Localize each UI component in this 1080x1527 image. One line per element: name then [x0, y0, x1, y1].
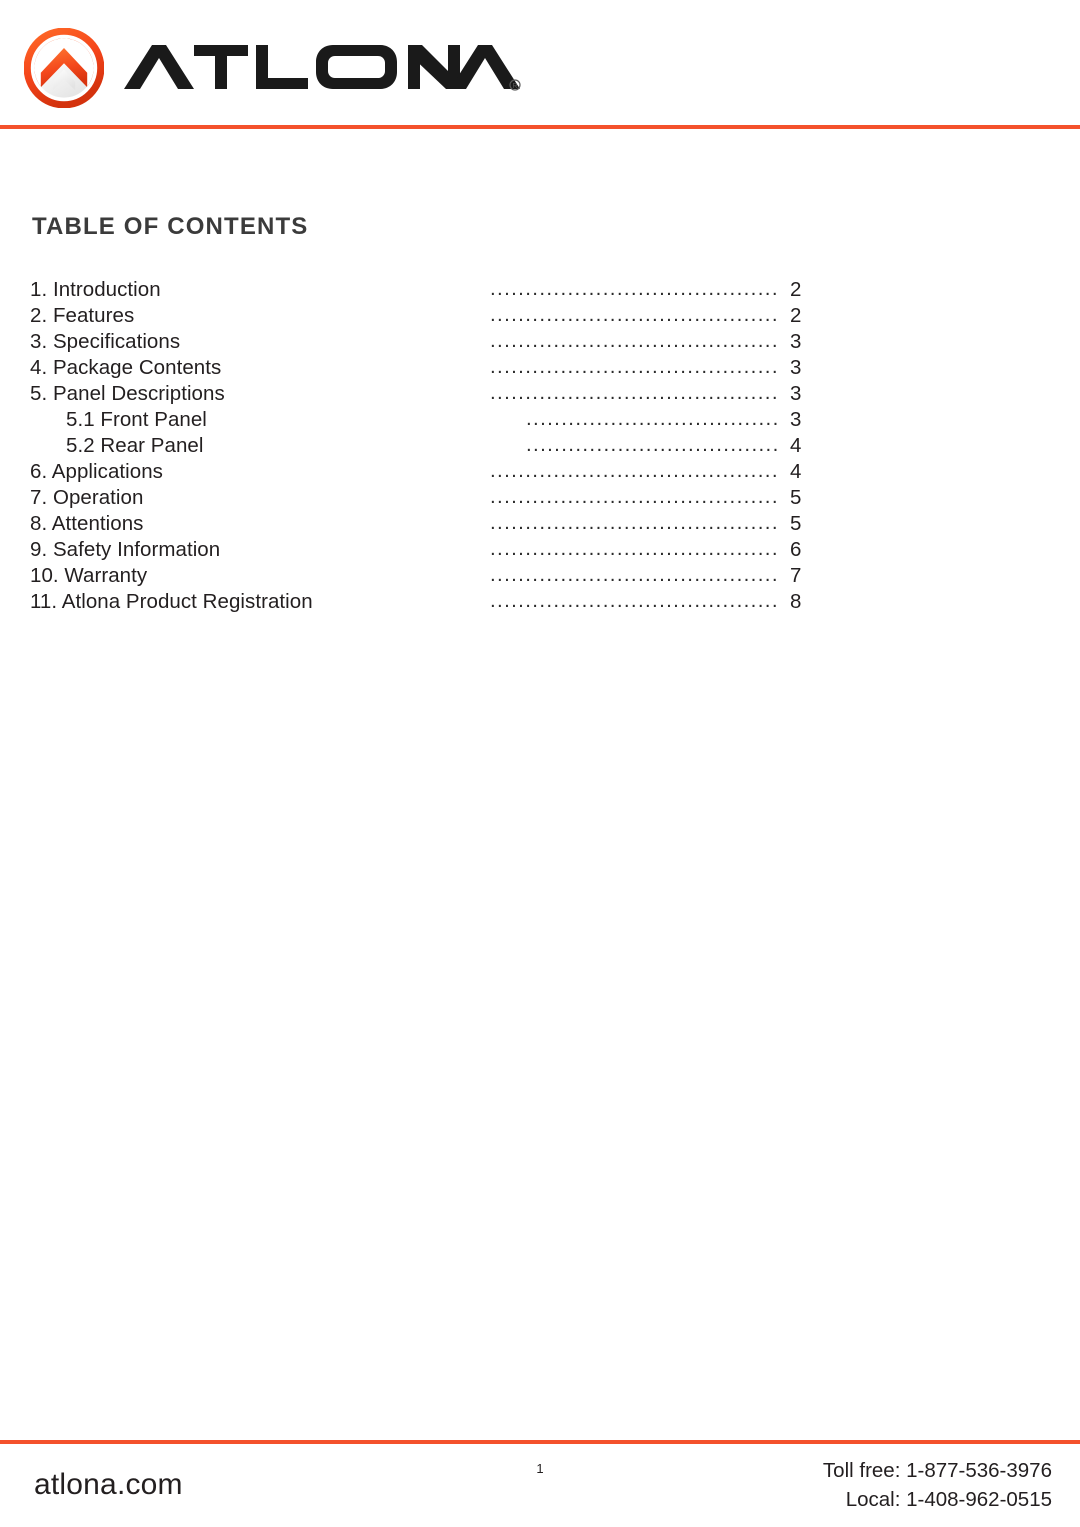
- toc-leader-dots: ........................................…: [490, 355, 780, 378]
- toc-leader-dots: ........................................…: [490, 329, 780, 352]
- toc-leader-dots: ........................................…: [490, 303, 780, 326]
- toc-entry-label: 2. Features: [30, 304, 135, 327]
- toc-entry-page: 4: [790, 460, 802, 483]
- toc-entry-page: 6: [790, 538, 802, 561]
- toc-entry-page: 2: [790, 278, 802, 301]
- toc-entry[interactable]: 2. Features ............................…: [30, 303, 820, 329]
- toc-entry[interactable]: 9. Safety Information ..................…: [30, 537, 820, 563]
- toc-entry-label: 5.1 Front Panel: [66, 408, 207, 431]
- toc-entry-page: 3: [790, 356, 802, 379]
- table-of-contents-list: 1. Introduction ........................…: [30, 277, 820, 615]
- toc-entry-page: 4: [790, 434, 802, 457]
- toc-entry[interactable]: 3. Specifications ......................…: [30, 329, 820, 355]
- toc-entry-page: 3: [790, 408, 802, 431]
- toc-entry-label: 9. Safety Information: [30, 538, 221, 561]
- toc-entry-label: 11. Atlona Product Registration: [30, 590, 313, 613]
- toc-leader-dots: ........................................…: [490, 537, 780, 560]
- toc-leader-dots: ........................................…: [490, 511, 780, 534]
- atlona-logo: R: [24, 26, 522, 110]
- toc-leader-dots: ........................................…: [526, 407, 780, 430]
- toc-entry-label: 5.2 Rear Panel: [66, 434, 204, 457]
- toc-leader-dots: ........................................…: [490, 277, 780, 300]
- toc-entry[interactable]: 11. Atlona Product Registration ........…: [30, 589, 820, 615]
- page-title: TABLE OF CONTENTS: [32, 213, 309, 240]
- atlona-wordmark-icon: R: [124, 45, 521, 91]
- toc-entry[interactable]: 5. Panel Descriptions ..................…: [30, 381, 820, 407]
- toc-entry-page: 5: [790, 512, 802, 535]
- toc-entry-page: 3: [790, 330, 802, 353]
- toc-entry-page: 5: [790, 486, 802, 509]
- toc-entry[interactable]: 10. Warranty ...........................…: [30, 563, 820, 589]
- toc-entry-label: 10. Warranty: [30, 564, 148, 587]
- toc-entry-label: 6. Applications: [30, 460, 163, 483]
- toc-entry[interactable]: 4. Package Contents ....................…: [30, 355, 820, 381]
- page-header: R: [0, 0, 1080, 130]
- toc-leader-dots: ........................................…: [526, 433, 780, 456]
- toc-leader-dots: ........................................…: [490, 485, 780, 508]
- toc-entry-sub[interactable]: 5.1 Front Panel ........................…: [30, 407, 820, 433]
- toc-entry-label: 5. Panel Descriptions: [30, 382, 225, 405]
- toc-entry[interactable]: 7. Operation ...........................…: [30, 485, 820, 511]
- toc-entry[interactable]: 1. Introduction ........................…: [30, 277, 820, 303]
- toc-entry-page: 3: [790, 382, 802, 405]
- toc-entry-page: 7: [790, 564, 802, 587]
- toc-entry-page: 8: [790, 590, 802, 613]
- toc-entry[interactable]: 8. Attentions ..........................…: [30, 511, 820, 537]
- toc-leader-dots: ........................................…: [490, 563, 780, 586]
- atlona-chevron-logo-icon: [24, 28, 104, 108]
- svg-text:R: R: [512, 83, 517, 90]
- header-accent-rule: [0, 125, 1080, 129]
- page-footer: atlona.com 1 Toll free: 1-877-536-3976 L…: [0, 1444, 1080, 1527]
- toc-entry-sub[interactable]: 5.2 Rear Panel .........................…: [30, 433, 820, 459]
- toc-entry-label: 4. Package Contents: [30, 356, 222, 379]
- toc-entry-label: 8. Attentions: [30, 512, 144, 535]
- toc-entry-label: 7. Operation: [30, 486, 144, 509]
- footer-local-number: Local: 1-408-962-0515: [845, 1488, 1052, 1511]
- toc-leader-dots: ........................................…: [490, 381, 780, 404]
- footer-contact-info: Toll free: 1-877-536-3976 Local: 1-408-9…: [823, 1456, 1052, 1514]
- toc-leader-dots: ........................................…: [490, 459, 780, 482]
- toc-leader-dots: ........................................…: [490, 589, 780, 612]
- toc-entry-label: 3. Specifications: [30, 330, 181, 353]
- footer-toll-free-number: Toll free: 1-877-536-3976: [822, 1459, 1052, 1482]
- toc-entry-page: 2: [790, 304, 802, 327]
- toc-entry-label: 1. Introduction: [30, 278, 161, 301]
- toc-entry[interactable]: 6. Applications ........................…: [30, 459, 820, 485]
